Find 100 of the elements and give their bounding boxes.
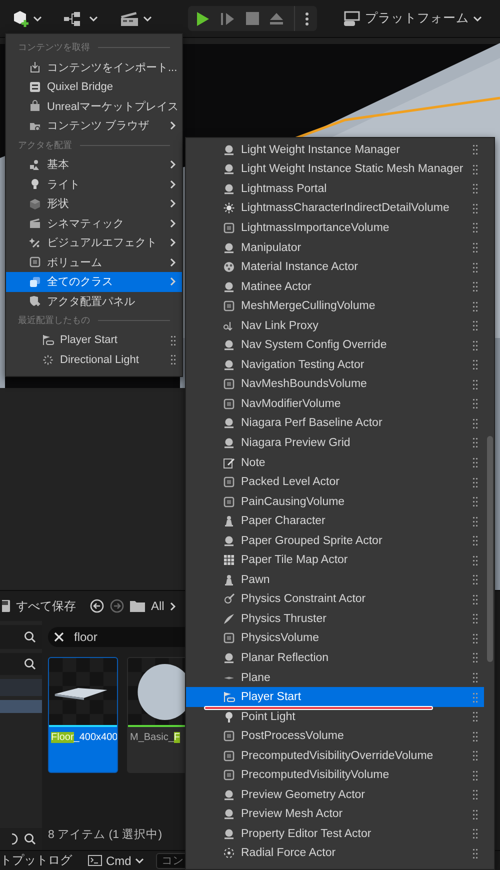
- search-field[interactable]: [0, 625, 42, 649]
- drag-handle-icon: [473, 535, 478, 546]
- drag-handle-icon: [473, 437, 478, 448]
- search-icon[interactable]: [24, 658, 36, 670]
- light-bulb-icon: [223, 710, 235, 723]
- sphere-icon: [223, 808, 235, 820]
- sphere-icon: [223, 652, 235, 664]
- eject-icon[interactable]: [269, 12, 284, 26]
- menu-item[interactable]: ボリューム: [6, 252, 182, 272]
- menu-item[interactable]: コンテンツをインポート...: [6, 58, 182, 77]
- drag-handle-icon: [473, 378, 478, 390]
- bridge-icon: [29, 80, 41, 93]
- menu-item[interactable]: NavModifierVolume: [186, 394, 484, 414]
- drag-handle-icon: [473, 632, 478, 644]
- menu-item[interactable]: Manipulator: [186, 238, 484, 258]
- menu-item[interactable]: Quixel Bridge: [6, 77, 182, 96]
- menu-item[interactable]: Lightmass Portal: [186, 179, 484, 199]
- menu-item[interactable]: シネマティック: [6, 214, 182, 233]
- menu-item[interactable]: Navigation Testing Actor: [186, 355, 484, 375]
- scrollbar-thumb[interactable]: [487, 436, 493, 662]
- square-frame-icon: [223, 222, 235, 234]
- step-forward-icon[interactable]: [220, 12, 236, 26]
- menu-item[interactable]: 形状: [6, 194, 182, 214]
- back-icon[interactable]: [90, 599, 104, 613]
- menu-item[interactable]: PainCausingVolume: [186, 492, 484, 512]
- drag-handle-icon: [473, 300, 478, 312]
- caret-icon: [135, 858, 144, 864]
- more-options-icon[interactable]: [305, 12, 309, 26]
- drag-handle-icon: [473, 692, 478, 703]
- flag-gamepad-icon: [42, 334, 54, 346]
- menu-item[interactable]: Player Start: [186, 687, 484, 707]
- drag-handle-icon: [473, 222, 478, 234]
- menu-item[interactable]: Material Instance Actor: [186, 257, 484, 277]
- menu-item[interactable]: Paper Tile Map Actor: [186, 550, 484, 570]
- menu-item[interactable]: Paper Grouped Sprite Actor: [186, 530, 484, 550]
- platforms-button[interactable]: プラットフォーム: [339, 8, 486, 29]
- square-frame-icon: [223, 476, 235, 488]
- drag-handle-icon: [473, 242, 478, 253]
- cube-icon: [29, 198, 41, 210]
- menu-item[interactable]: アクタ配置パネル: [6, 292, 182, 311]
- section-header: アクタを配置: [18, 138, 72, 152]
- menu-item[interactable]: 全てのクラス: [6, 272, 182, 292]
- sphere-icon: [223, 417, 235, 430]
- menu-item[interactable]: LightmassCharacterIndirectDetailVolume: [186, 198, 484, 218]
- menu-item[interactable]: Physics Constraint Actor: [186, 590, 484, 610]
- save-all-button[interactable]: すべて保存: [16, 598, 76, 614]
- menu-item[interactable]: Nav Link Proxy: [186, 316, 484, 336]
- forward-icon[interactable]: [110, 599, 124, 613]
- drag-handle-icon: [473, 789, 478, 800]
- terminal-icon: [88, 855, 102, 866]
- search-icon[interactable]: [24, 631, 36, 643]
- square-frame-icon: [29, 256, 41, 268]
- menu-item[interactable]: Light Weight Instance Static Mesh Manager: [186, 160, 484, 180]
- cmd-button[interactable]: Cmd: [84, 854, 148, 868]
- menu-item[interactable]: Note: [186, 452, 484, 472]
- menu-item[interactable]: Unrealマーケットプレイス: [6, 96, 182, 116]
- menu-item[interactable]: Preview Mesh Actor: [186, 804, 484, 824]
- pawn-icon: [223, 515, 235, 528]
- drag-handle-icon: [473, 281, 478, 292]
- menu-item[interactable]: LightmassImportanceVolume: [186, 218, 484, 238]
- light-bulb-icon: [29, 178, 41, 190]
- menu-item[interactable]: ライト: [6, 174, 182, 194]
- menu-item[interactable]: Nav System Config Override: [186, 335, 484, 356]
- drag-handle-icon: [473, 516, 478, 527]
- menu-item[interactable]: Paper Character: [186, 511, 484, 531]
- sphere-icon: [223, 436, 235, 449]
- menu-item[interactable]: Property Editor Test Actor: [186, 824, 484, 844]
- drag-handle-icon: [473, 613, 478, 624]
- drag-handle-icon: [473, 183, 478, 194]
- material-ball-icon: [223, 261, 235, 274]
- menu-item[interactable]: Packed Level Actor: [186, 472, 484, 492]
- menu-item[interactable]: ビジュアルエフェクト: [6, 233, 182, 252]
- sphere-icon: [223, 280, 235, 293]
- clear-icon[interactable]: [54, 632, 64, 642]
- menu-item[interactable]: Niagara Perf Baseline Actor: [186, 414, 484, 434]
- menu-item[interactable]: Preview Geometry Actor: [186, 785, 484, 805]
- drag-handle-icon: [473, 164, 478, 175]
- search-field[interactable]: [0, 653, 42, 675]
- menu-item[interactable]: Physics Thruster: [186, 609, 484, 629]
- sphere-icon: [223, 182, 235, 195]
- menu-item[interactable]: Matinee Actor: [186, 276, 484, 296]
- flag-gamepad-icon: [223, 691, 235, 704]
- drag-handle-icon: [473, 457, 478, 468]
- menu-item[interactable]: NavMeshBoundsVolume: [186, 374, 484, 394]
- menu-item[interactable]: Pawn: [186, 570, 484, 590]
- sphere-icon: [223, 242, 235, 254]
- menu-item[interactable]: Niagara Preview Grid: [186, 433, 484, 453]
- menu-item[interactable]: コンテンツ ブラウザ: [6, 116, 182, 136]
- sphere-icon: [223, 358, 235, 371]
- drag-handle-icon: [473, 476, 478, 488]
- menu-item[interactable]: Directional Light: [6, 350, 182, 370]
- search-icon[interactable]: [24, 833, 36, 845]
- menu-item[interactable]: Light Weight Instance Manager: [186, 140, 484, 160]
- menu-item[interactable]: MeshMergeCullingVolume: [186, 296, 484, 316]
- play-icon[interactable]: [196, 10, 210, 26]
- menu-item[interactable]: Player Start: [6, 330, 182, 350]
- menu-item[interactable]: 基本: [6, 155, 182, 174]
- section-header: 最近配置したもの: [18, 314, 90, 328]
- output-log-tab[interactable]: トプットログ: [0, 852, 72, 869]
- path-breadcrumb[interactable]: All: [151, 599, 164, 613]
